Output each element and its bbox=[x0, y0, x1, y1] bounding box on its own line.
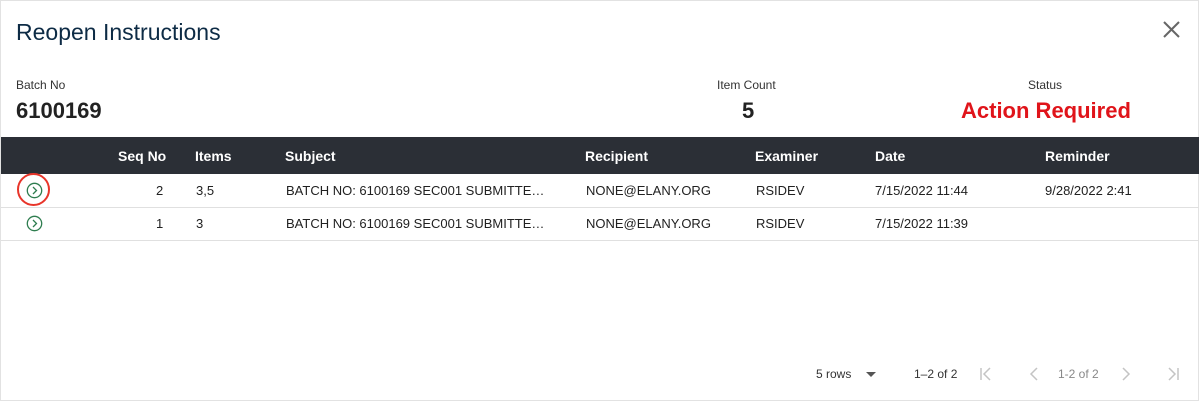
close-icon[interactable] bbox=[1161, 19, 1183, 41]
table-row[interactable]: 2 3,5 BATCH NO: 6100169 SEC001 SUBMITTE…… bbox=[1, 173, 1199, 208]
cell-items: 3,5 bbox=[196, 183, 215, 198]
dropdown-arrow-icon[interactable] bbox=[862, 365, 880, 383]
table-header: Seq No Items Subject Recipient Examiner … bbox=[1, 137, 1199, 174]
cell-subject: BATCH NO: 6100169 SEC001 SUBMITTE… bbox=[286, 183, 545, 198]
chevron-right-icon[interactable] bbox=[1117, 365, 1135, 383]
cell-recipient: NONE@ELANY.ORG bbox=[586, 216, 711, 231]
column-header-items[interactable]: Items bbox=[195, 148, 232, 164]
column-header-seq-no[interactable]: Seq No bbox=[118, 148, 166, 164]
dialog-title: Reopen Instructions bbox=[16, 19, 221, 45]
cell-examiner: RSIDEV bbox=[756, 183, 805, 198]
status-value: Action Required bbox=[961, 98, 1131, 123]
column-header-date[interactable]: Date bbox=[875, 148, 905, 164]
table-row[interactable]: 1 3 BATCH NO: 6100169 SEC001 SUBMITTE… N… bbox=[1, 207, 1199, 241]
column-header-recipient[interactable]: Recipient bbox=[585, 148, 648, 164]
status-label: Status bbox=[1028, 78, 1063, 92]
batch-no-value: 6100169 bbox=[16, 98, 102, 123]
reopen-instructions-dialog: Reopen Instructions Batch No 6100169 Ite… bbox=[0, 0, 1199, 401]
cell-subject: BATCH NO: 6100169 SEC001 SUBMITTE… bbox=[286, 216, 545, 231]
column-header-subject[interactable]: Subject bbox=[285, 148, 336, 164]
cell-recipient: NONE@ELANY.ORG bbox=[586, 183, 711, 198]
cell-examiner: RSIDEV bbox=[756, 216, 805, 231]
cell-date: 7/15/2022 11:44 bbox=[875, 183, 969, 198]
item-count-label: Item Count bbox=[717, 78, 776, 92]
cell-seq-no: 2 bbox=[156, 183, 164, 198]
cell-items: 3 bbox=[196, 216, 204, 231]
page-indicator: 1-2 of 2 bbox=[1058, 367, 1099, 381]
last-page-icon[interactable] bbox=[1164, 365, 1182, 383]
chevron-left-icon[interactable] bbox=[1025, 365, 1043, 383]
pagination-range: 1–2 of 2 bbox=[914, 367, 958, 381]
chevron-right-circle-icon[interactable] bbox=[26, 182, 43, 199]
batch-no-label: Batch No bbox=[16, 78, 66, 92]
column-header-examiner[interactable]: Examiner bbox=[755, 148, 818, 164]
cell-reminder: 9/28/2022 2:41 bbox=[1045, 183, 1132, 198]
cell-date: 7/15/2022 11:39 bbox=[875, 216, 969, 231]
column-header-reminder[interactable]: Reminder bbox=[1045, 148, 1110, 164]
first-page-icon[interactable] bbox=[977, 365, 995, 383]
rows-per-page-select[interactable]: 5 rows bbox=[816, 367, 851, 381]
item-count-value: 5 bbox=[742, 98, 755, 123]
cell-seq-no: 1 bbox=[156, 216, 164, 231]
chevron-right-circle-icon[interactable] bbox=[26, 215, 43, 232]
